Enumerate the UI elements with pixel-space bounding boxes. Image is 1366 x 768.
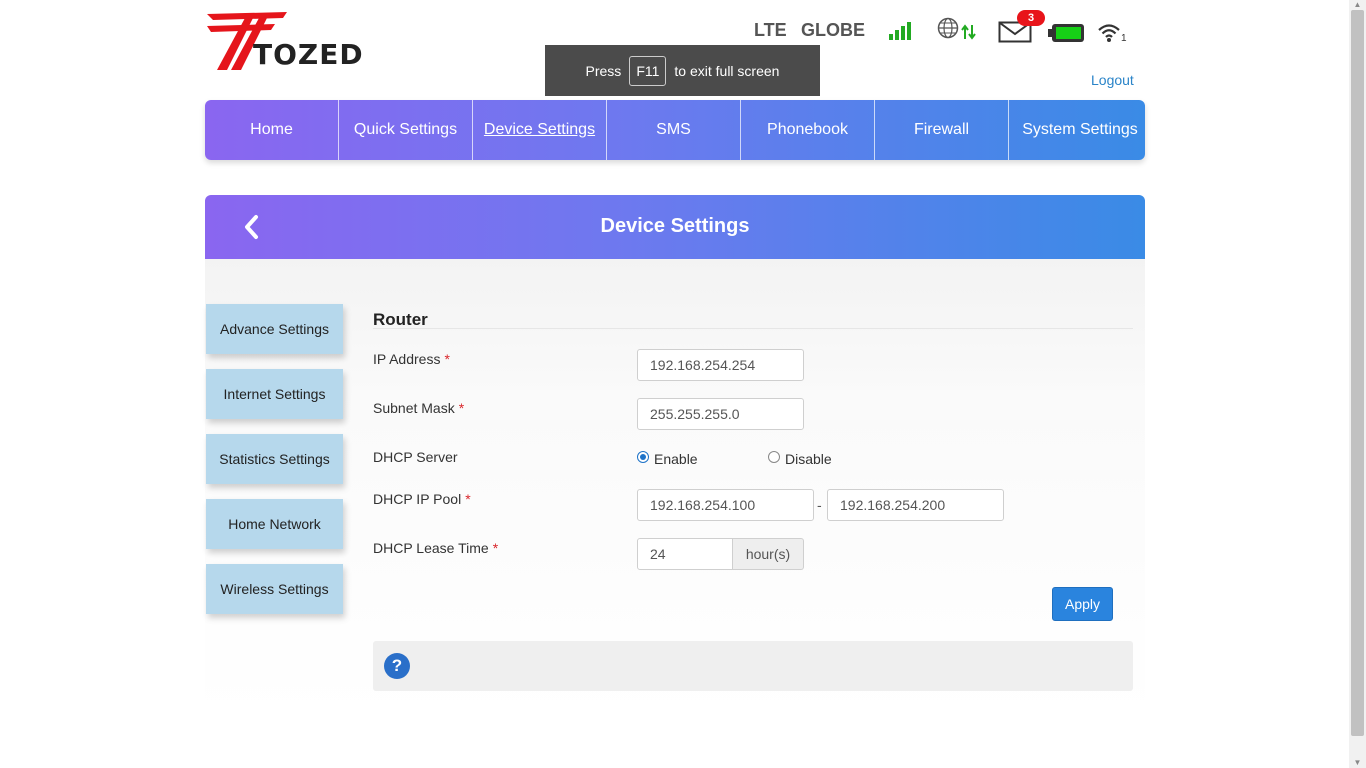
lease-time-unit: hour(s) xyxy=(733,538,804,570)
wifi-client-count: 1 xyxy=(1121,33,1127,44)
sidebar-item-advance-settings[interactable]: Advance Settings xyxy=(206,304,343,354)
nav-label: Firewall xyxy=(913,121,970,138)
subnet-mask-input[interactable]: 255.255.255.0 xyxy=(637,398,804,430)
subnet-mask-label: Subnet Mask * xyxy=(373,400,465,416)
nav-quick-settings[interactable]: Quick Settings xyxy=(339,100,473,160)
page-title: Device Settings xyxy=(600,215,750,237)
help-panel: ? xyxy=(373,641,1133,691)
nav-device-settings[interactable]: Device Settings xyxy=(473,100,607,160)
main-nav: Home Quick Settings Device Settings SMS … xyxy=(205,100,1145,160)
dhcp-pool-label: DHCP IP Pool * xyxy=(373,491,471,507)
section-title: Router xyxy=(373,310,428,329)
nav-label: Phonebook xyxy=(767,121,848,138)
dhcp-pool-start-input[interactable]: 192.168.254.100 xyxy=(637,489,814,521)
nav-label: System Settings xyxy=(1022,121,1138,138)
nav-label: Device Settings xyxy=(483,121,596,138)
nav-home[interactable]: Home xyxy=(205,100,339,160)
lease-time-label: DHCP Lease Time * xyxy=(373,540,499,556)
tozed-logo: TOZED xyxy=(205,10,375,72)
section-divider xyxy=(373,328,1133,329)
sidebar-item-statistics-settings[interactable]: Statistics Settings xyxy=(206,434,343,484)
ip-address-input[interactable]: 192.168.254.254 xyxy=(637,349,804,381)
nav-sms[interactable]: SMS xyxy=(607,100,741,160)
vertical-scrollbar[interactable]: ▲ ▼ xyxy=(1349,0,1366,768)
sidebar-item-label: Advance Settings xyxy=(220,321,329,337)
sidebar-item-home-network[interactable]: Home Network xyxy=(206,499,343,549)
toast-suffix: to exit full screen xyxy=(674,62,780,79)
nav-phonebook[interactable]: Phonebook xyxy=(741,100,875,160)
logout-link[interactable]: Logout xyxy=(1091,72,1134,88)
help-icon[interactable]: ? xyxy=(384,653,410,679)
nav-label: Quick Settings xyxy=(353,121,458,138)
scroll-up-icon[interactable]: ▲ xyxy=(1349,0,1366,10)
apply-button[interactable]: Apply xyxy=(1052,587,1113,621)
sidebar-item-label: Home Network xyxy=(228,516,321,532)
globe-data-icon xyxy=(937,17,976,40)
dhcp-disable-label: Disable xyxy=(785,451,832,467)
dhcp-enable-radio[interactable] xyxy=(637,451,649,463)
wifi-icon xyxy=(1098,24,1120,42)
dhcp-enable-label: Enable xyxy=(654,451,698,467)
operator-name: GLOBE xyxy=(801,20,866,40)
signal-icon xyxy=(889,22,911,40)
nav-label: Home xyxy=(250,121,293,138)
fullscreen-toast: Press F11 to exit full screen xyxy=(545,45,820,96)
sidebar-item-wireless-settings[interactable]: Wireless Settings xyxy=(206,564,343,614)
battery-icon xyxy=(1048,24,1084,42)
pool-separator: - xyxy=(817,497,822,513)
message-count-badge: 3 xyxy=(1017,10,1045,26)
nav-label: SMS xyxy=(656,121,691,138)
scroll-thumb[interactable] xyxy=(1351,10,1364,736)
ip-address-label: IP Address * xyxy=(373,351,450,367)
toast-prefix: Press xyxy=(585,62,622,79)
nav-system-settings[interactable]: System Settings xyxy=(1009,100,1145,160)
dhcp-pool-end-input[interactable]: 192.168.254.200 xyxy=(827,489,1004,521)
nav-firewall[interactable]: Firewall xyxy=(875,100,1009,160)
dhcp-server-label: DHCP Server xyxy=(373,449,458,465)
scroll-down-icon[interactable]: ▼ xyxy=(1349,758,1366,768)
network-type: LTE xyxy=(754,20,787,40)
brand-name: TOZED xyxy=(253,38,364,71)
dhcp-disable-radio[interactable] xyxy=(768,451,780,463)
sidebar-item-label: Statistics Settings xyxy=(219,451,330,467)
sidebar-item-internet-settings[interactable]: Internet Settings xyxy=(206,369,343,419)
toast-key: F11 xyxy=(629,55,667,86)
sidebar-item-label: Internet Settings xyxy=(223,386,326,402)
sidebar-item-label: Wireless Settings xyxy=(220,581,329,597)
page-header: Device Settings xyxy=(205,195,1145,259)
lease-time-input[interactable]: 24 xyxy=(637,538,733,570)
